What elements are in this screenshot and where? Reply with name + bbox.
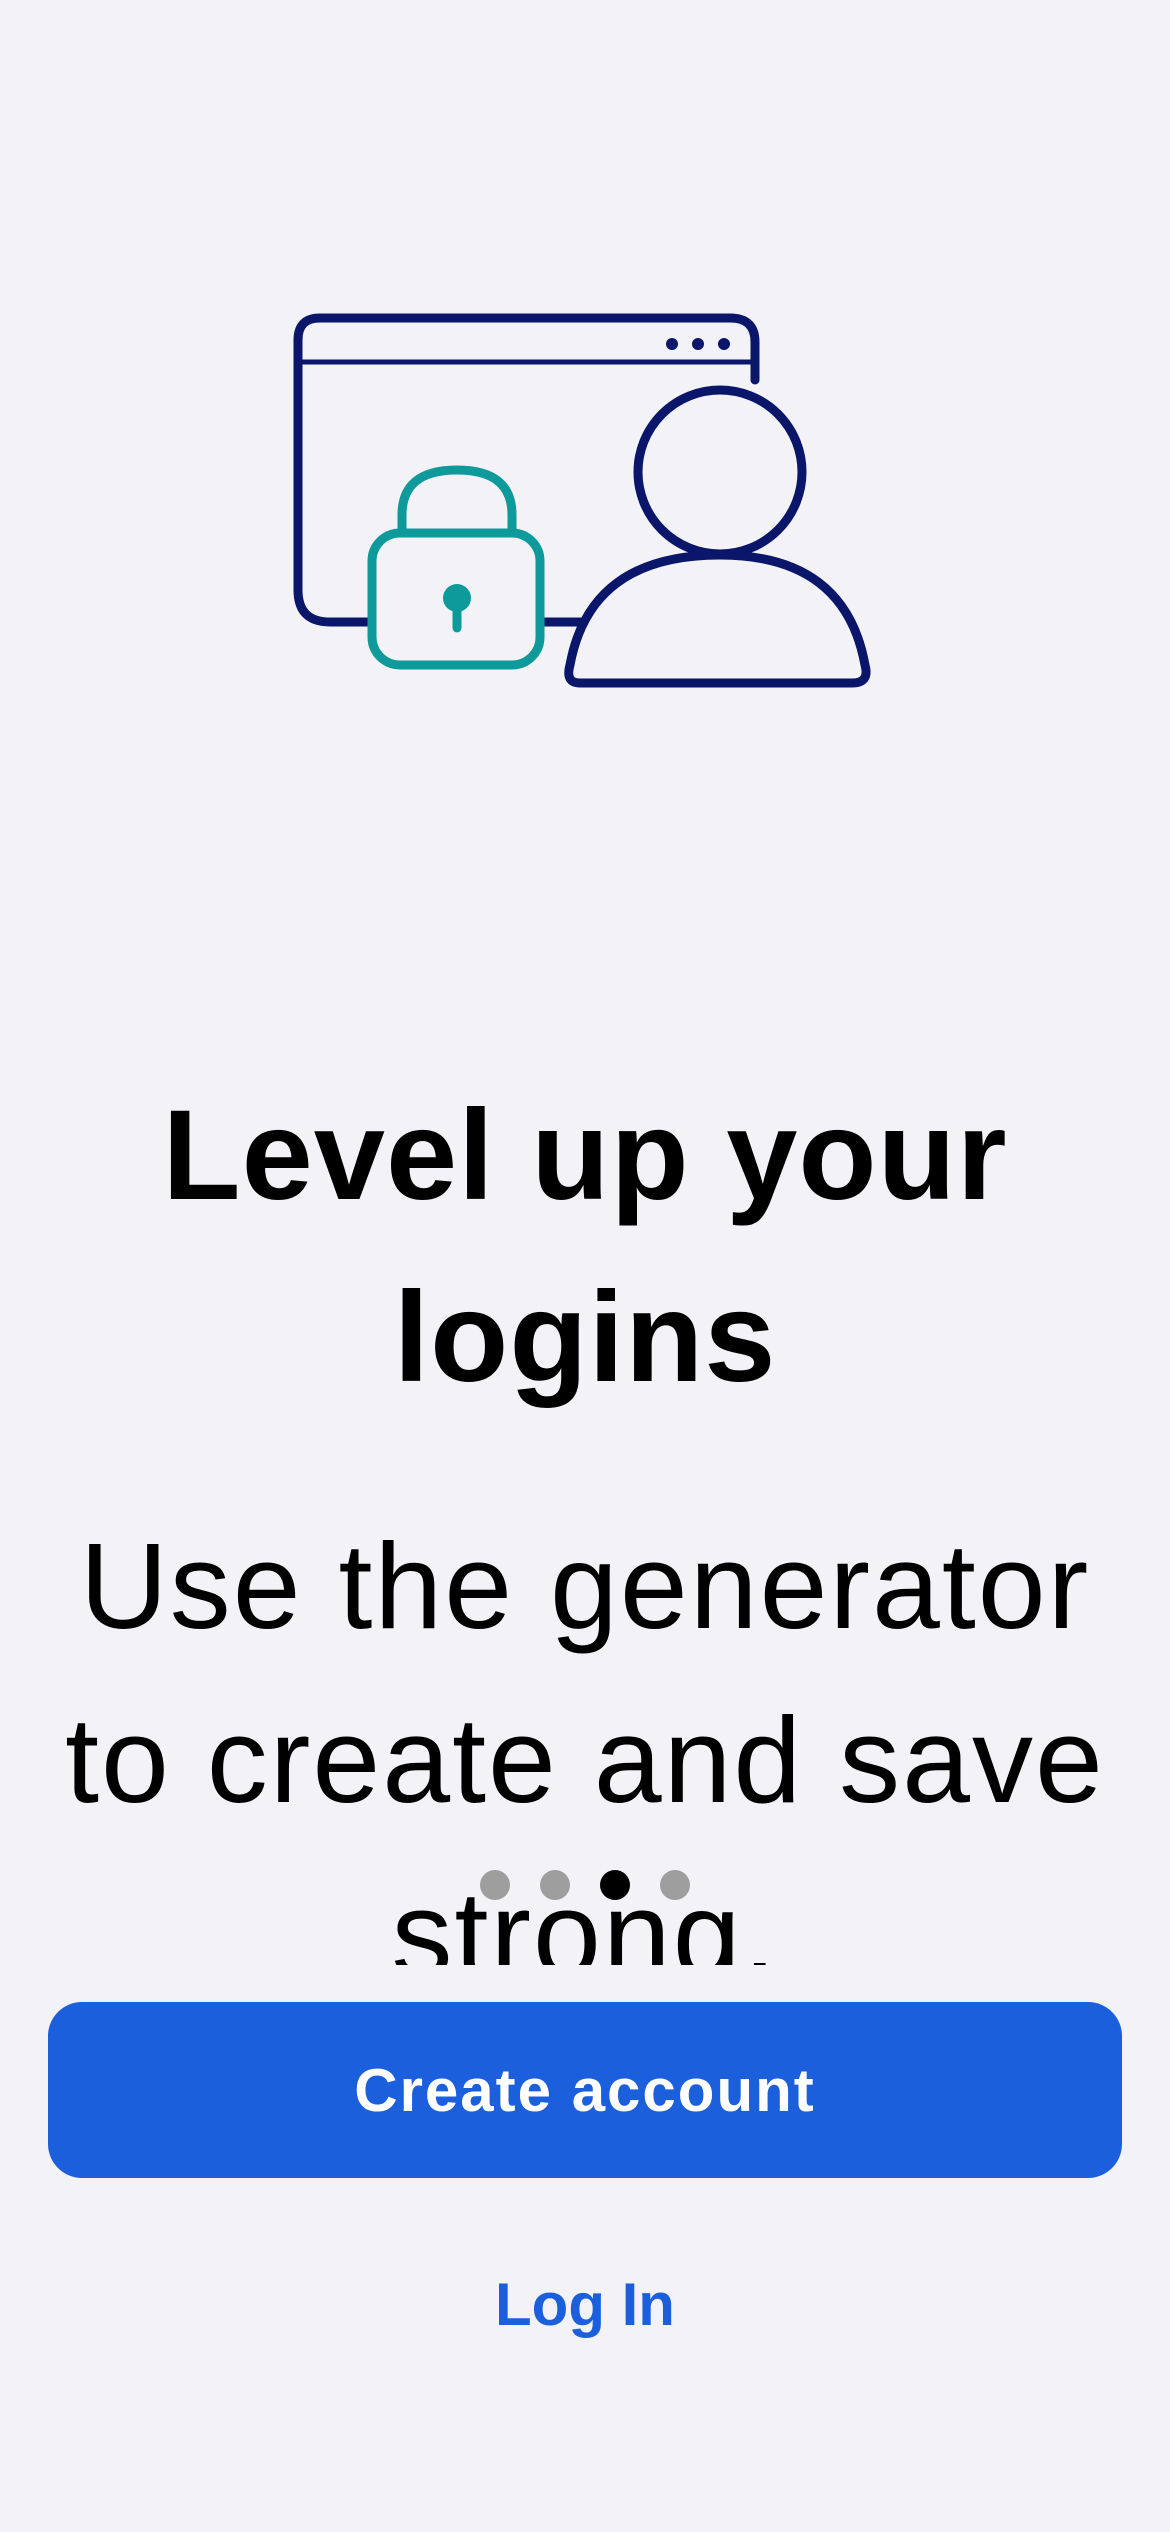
onboarding-screen: Level up your logins Use the generator t… (0, 0, 1170, 2532)
login-link[interactable]: Log In (0, 2260, 1170, 2350)
onboarding-copy: Level up your logins Use the generator t… (0, 1065, 1170, 1965)
browser-lock-user-illustration (293, 313, 871, 688)
page-indicator[interactable] (0, 1870, 1170, 1900)
page-dot[interactable] (600, 1870, 630, 1900)
lock-icon (367, 465, 545, 670)
page-dot[interactable] (480, 1870, 510, 1900)
page-dot[interactable] (660, 1870, 690, 1900)
create-account-button[interactable]: Create account (48, 2002, 1122, 2178)
page-dot[interactable] (540, 1870, 570, 1900)
onboarding-headline: Level up your logins (162, 1084, 1008, 1409)
user-icon (564, 385, 871, 688)
